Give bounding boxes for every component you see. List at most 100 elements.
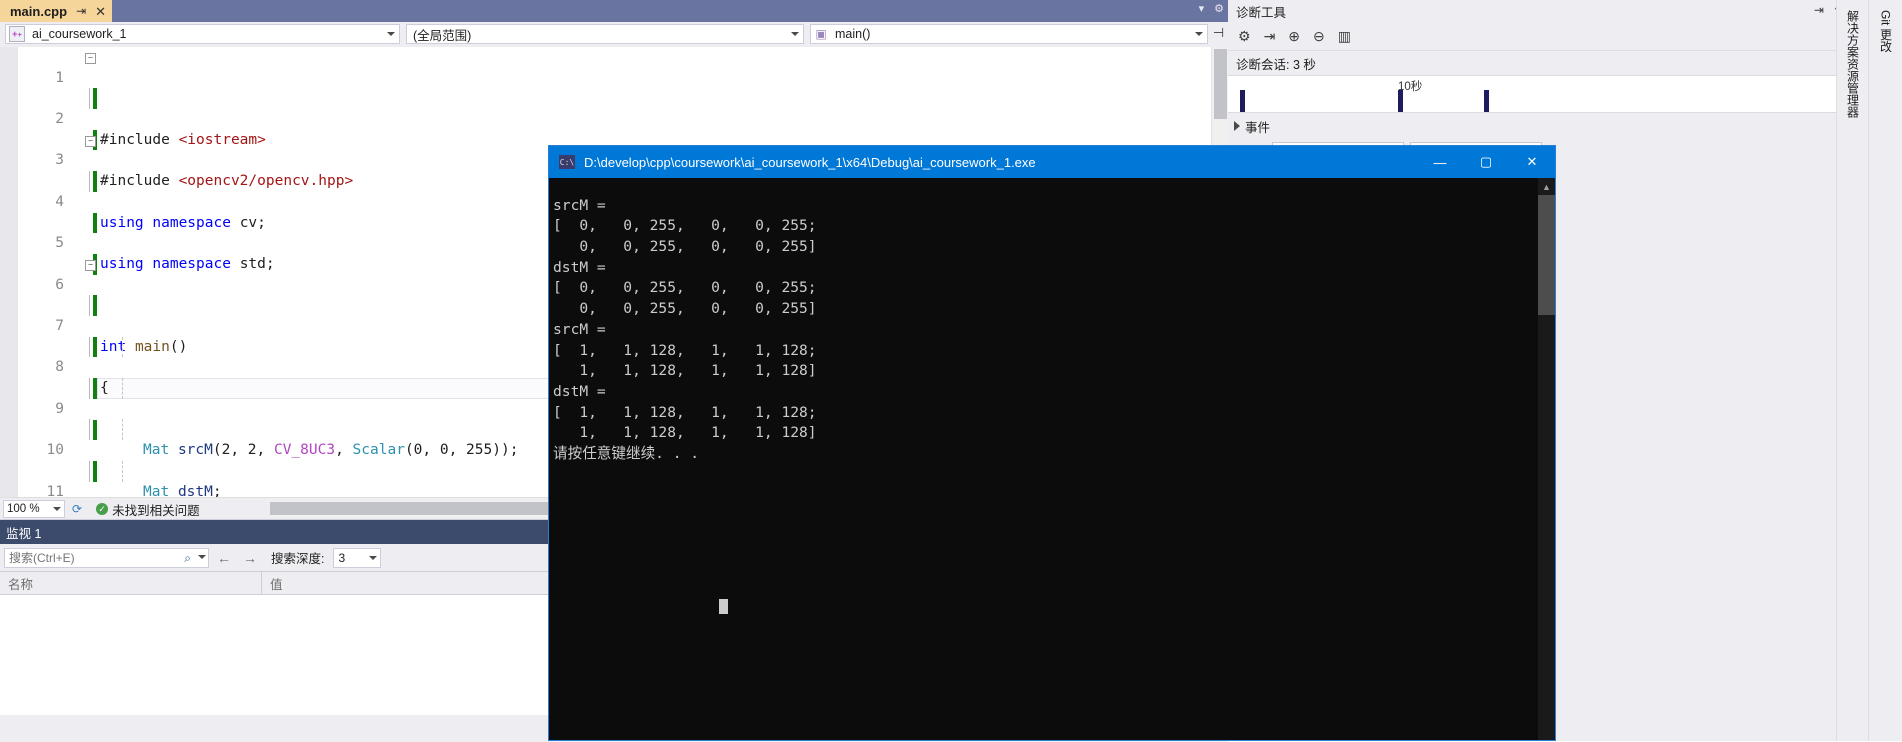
fold-guide [89, 295, 90, 316]
chevron-down-icon [369, 555, 378, 560]
scrollbar-thumb[interactable] [1538, 195, 1555, 315]
code-text: Mat dstM; [143, 483, 222, 497]
fold-guide [89, 88, 90, 110]
timeline-ruler: 10秒 [1228, 75, 1868, 113]
close-icon[interactable]: ✕ [1509, 146, 1555, 178]
pin-icon[interactable]: ⇥ [76, 5, 86, 17]
events-section-header[interactable]: 事件 [1228, 113, 1868, 139]
fold-toggle-icon[interactable]: − [85, 135, 96, 147]
editor-tab-main-cpp[interactable]: main.cpp ⇥ ✕ [0, 0, 113, 22]
console-title-bar[interactable]: C:\ D:\develop\cpp\coursework\ai_coursew… [549, 146, 1555, 178]
chevron-down-icon[interactable]: ▾ [1199, 2, 1205, 15]
console-scrollbar[interactable]: ▲ [1538, 178, 1555, 740]
console-window[interactable]: C:\ D:\develop\cpp\coursework\ai_coursew… [548, 145, 1556, 741]
panel-title: 诊断工具 [1236, 5, 1287, 20]
console-title-text: D:\develop\cpp\coursework\ai_coursework_… [584, 154, 1036, 170]
search-depth-dropdown[interactable]: 3 [333, 547, 382, 568]
zoom-out-icon[interactable]: ⊖ [1313, 28, 1325, 45]
cpp-file-icon: + + [9, 26, 25, 42]
line-number: 3 [55, 152, 64, 169]
scrollbar-thumb[interactable] [1214, 49, 1227, 119]
close-icon[interactable]: ✕ [95, 5, 106, 18]
code-line: 1 − #include <iostream> [0, 47, 1228, 148]
line-number: 10 [46, 442, 64, 459]
code-line: 2 #include <opencv2/opencv.hpp> [0, 88, 1228, 189]
settings-gear-icon[interactable]: ⚙ [1238, 28, 1251, 45]
indent-guide [122, 419, 124, 441]
zoom-in-icon[interactable]: ⊕ [1288, 28, 1300, 45]
search-input[interactable] [5, 548, 183, 567]
navigate-icon[interactable]: ⟳ [72, 502, 82, 516]
maximize-icon[interactable]: ▢ [1463, 146, 1509, 178]
split-view-icon[interactable]: ⊣ [1211, 25, 1226, 43]
gear-icon[interactable]: ⚙ [1214, 2, 1224, 15]
chevron-right-icon[interactable] [1234, 121, 1240, 131]
problem-status-text: 未找到相关问题 [112, 503, 200, 518]
tab-strip [0, 0, 1228, 22]
timeline-marker [1484, 90, 1489, 112]
timeline-marker [1240, 90, 1245, 112]
line-number: 9 [55, 400, 64, 417]
fold-toggle-icon[interactable]: − [85, 53, 96, 64]
line-number: 4 [55, 193, 64, 210]
member-scope-dropdown[interactable]: ▣ main() [810, 24, 1208, 44]
tab-strip-controls: ▾ ⚙ [1199, 2, 1224, 15]
code-text: Mat srcM(2, 2, CV_8UC3, Scalar(0, 0, 255… [143, 442, 519, 459]
diagnostic-tools-header: 诊断工具 ⇥ ▾ ✕ [1228, 0, 1868, 22]
diagnostic-session-label: 诊断会话: 3 秒 [1236, 57, 1316, 72]
watch-search-box[interactable]: ⌕ [4, 547, 209, 568]
search-depth-label: 搜索深度: [271, 552, 325, 566]
docked-strip-solution-explorer[interactable]: 解决方案资源管理器 [1836, 0, 1869, 741]
check-circle-icon: ✓ [96, 503, 109, 515]
console-output-text: srcM = [ 0, 0, 255, 0, 0, 255; 0, 0, 255… [553, 196, 817, 463]
chevron-down-icon [387, 32, 395, 36]
line-number: 1 [55, 69, 64, 86]
chevron-down-icon [53, 507, 61, 511]
console-cursor [719, 599, 728, 614]
docked-strip-git-changes[interactable]: Git 更改 [1868, 0, 1902, 741]
minimize-icon[interactable]: — [1417, 146, 1463, 178]
project-scope-value: ai_coursework_1 [32, 27, 127, 41]
zoom-level-value: 100 % [7, 503, 40, 515]
line-number: 11 [46, 483, 64, 497]
fold-guide [89, 419, 90, 441]
visual-studio-window: main.cpp ⇥ ✕ ▾ ⚙ + + ai_coursework_1 (全局范… [0, 0, 1902, 742]
pin-icon[interactable]: ⇥ [1814, 3, 1824, 17]
strip-label: Git 更改 [1878, 10, 1893, 53]
fold-guide [89, 378, 90, 399]
line-number: 5 [55, 235, 64, 252]
fold-guide [89, 460, 90, 482]
console-output-area[interactable]: srcM = [ 0, 0, 255, 0, 0, 255; 0, 0, 255… [549, 178, 1555, 740]
strip-label: 解决方案资源管理器 [1845, 10, 1860, 118]
search-icon[interactable]: ⌕ [184, 551, 191, 566]
chart-icon[interactable]: ▥ [1338, 28, 1351, 45]
tab-label: main.cpp [10, 3, 68, 19]
indent-guide [122, 336, 124, 358]
export-icon[interactable]: ⇥ [1264, 28, 1276, 45]
indent-guide [122, 460, 124, 482]
member-scope-value: main() [835, 27, 871, 41]
fold-guide [89, 171, 90, 192]
project-scope-dropdown[interactable]: + + ai_coursework_1 [5, 24, 400, 44]
console-app-icon: C:\ [559, 155, 575, 169]
namespace-scope-dropdown[interactable]: (全局范围) [406, 24, 804, 44]
fold-toggle-icon[interactable]: − [85, 259, 96, 271]
fold-guide [89, 336, 90, 358]
line-number: 6 [55, 276, 64, 293]
chevron-down-icon [1195, 32, 1203, 36]
indent-guide [122, 378, 124, 399]
search-depth-value: 3 [338, 550, 346, 565]
timeline-marker [1398, 90, 1403, 112]
events-label: 事件 [1245, 120, 1271, 135]
diagnostic-toolbar: ⚙ ⇥ ⊕ ⊖ ▥ [1228, 22, 1868, 51]
chevron-down-icon [791, 32, 799, 36]
chevron-up-icon[interactable]: ▲ [1538, 178, 1555, 195]
line-number: 7 [55, 318, 64, 335]
namespace-scope-value: (全局范围) [413, 28, 472, 43]
arrow-right-icon[interactable]: → [239, 550, 261, 566]
zoom-level-dropdown[interactable]: 100 % [3, 500, 65, 518]
column-header-name[interactable]: 名称 [0, 572, 262, 594]
arrow-left-icon[interactable]: ← [213, 550, 235, 566]
scrollbar-thumb[interactable] [270, 502, 570, 515]
chevron-down-icon[interactable] [198, 554, 206, 559]
